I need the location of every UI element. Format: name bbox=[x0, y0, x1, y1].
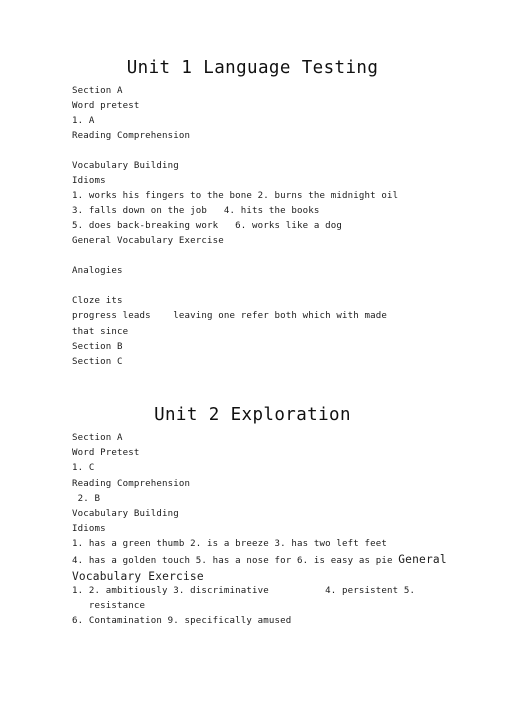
text-line-mixed: 4. has a golden touch 5. has a nose for … bbox=[72, 552, 505, 569]
text-line: 5. does back-breaking work 6. works like… bbox=[72, 221, 342, 232]
text-line: that since bbox=[72, 326, 129, 337]
text-line: Reading Comprehension bbox=[72, 130, 191, 141]
unit-1-block: Unit 1 Language Testing Section A Word p… bbox=[0, 57, 505, 370]
text-line: Word Pretest bbox=[72, 448, 140, 459]
text-line: Reading Comprehension bbox=[72, 478, 191, 489]
text-line: Cloze its bbox=[72, 296, 123, 307]
text-line: Section B bbox=[72, 341, 123, 352]
text-line: Vocabulary Building bbox=[72, 508, 179, 519]
unit-2-body: Section A Word Pretest 1. C Reading Comp… bbox=[0, 431, 505, 629]
unit-1-title: Unit 1 Language Testing bbox=[126, 58, 379, 78]
text-line: Section A bbox=[72, 433, 123, 444]
text-line: Idioms bbox=[72, 176, 106, 187]
text-line: 1. A bbox=[72, 115, 95, 126]
inter-unit-spacer bbox=[0, 370, 505, 404]
text-line: 1. has a green thumb 2. is a breeze 3. h… bbox=[72, 538, 387, 549]
unit-2-title: Unit 2 Exploration bbox=[154, 404, 351, 425]
top-margin bbox=[0, 0, 505, 57]
text-line: Analogies bbox=[72, 266, 123, 277]
unit-2-block: Unit 2 Exploration Section A Word Pretes… bbox=[0, 404, 505, 629]
text-line: Section C bbox=[72, 356, 123, 367]
text-line: 1. C bbox=[72, 463, 95, 474]
text-line: 1. works his fingers to the bone 2. burn… bbox=[72, 191, 399, 202]
text-line: 3. falls down on the job 4. hits the boo… bbox=[72, 206, 320, 217]
line-big-run: General bbox=[398, 552, 447, 566]
document-page: Unit 1 Language Testing Section A Word p… bbox=[0, 0, 505, 714]
text-line: Section A bbox=[72, 85, 123, 96]
text-line-spread: 1. 2. ambitiously 3. discriminative 4. p… bbox=[72, 585, 416, 596]
unit-1-body: Section A Word pretest 1. A Reading Comp… bbox=[0, 84, 505, 370]
text-line: Vocabulary Exercise bbox=[72, 569, 204, 583]
text-line: Vocabulary Building bbox=[72, 160, 179, 171]
text-line: resistance bbox=[72, 600, 146, 611]
text-line: Idioms bbox=[72, 523, 106, 534]
text-line: 2. B bbox=[72, 493, 101, 504]
text-line: progress leads leaving one refer both wh… bbox=[72, 311, 387, 322]
text-line: Word pretest bbox=[72, 100, 140, 111]
text-line: General Vocabulary Exercise bbox=[72, 236, 224, 247]
text-line: 6. Contamination 9. specifically amused bbox=[72, 615, 292, 626]
line-small-run: 4. has a golden touch 5. has a nose for … bbox=[72, 555, 399, 566]
